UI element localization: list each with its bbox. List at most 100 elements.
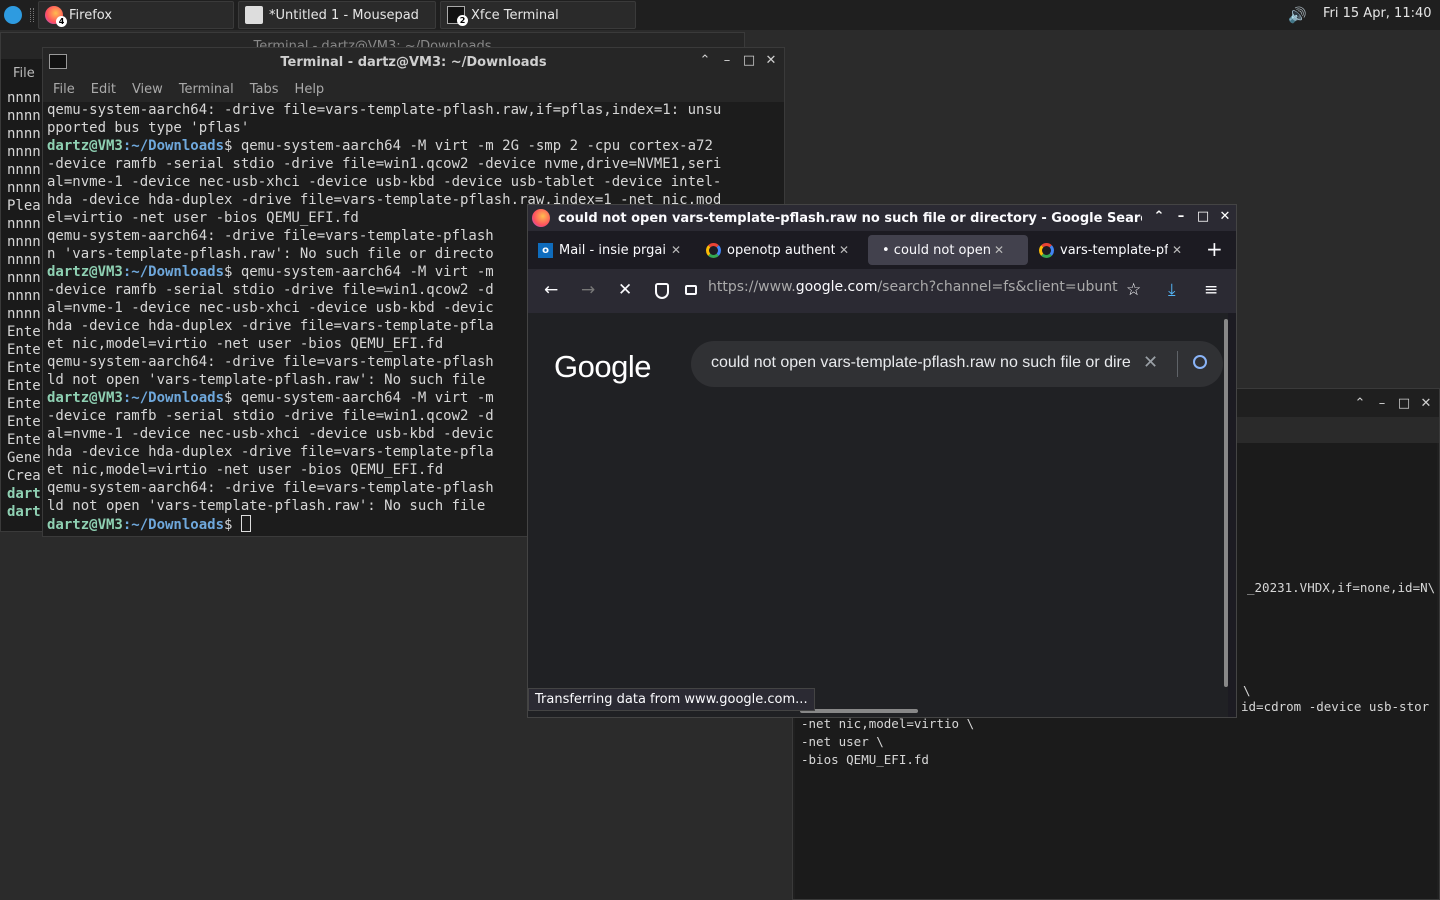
- menu-icon[interactable]: ≡: [1204, 280, 1218, 300]
- close-icon[interactable]: ✕: [1218, 209, 1232, 224]
- tab-openotp[interactable]: openotp authent ✕: [700, 235, 860, 265]
- lock-icon[interactable]: [685, 285, 697, 295]
- back-icon[interactable]: ←: [544, 280, 558, 300]
- maximize-icon[interactable]: □: [1397, 396, 1411, 411]
- menu-view[interactable]: View: [132, 82, 163, 97]
- prompt-user: dartz@VM3: [47, 138, 123, 154]
- url-bar[interactable]: https://www.google.com/search?channel=fs…: [708, 279, 1118, 295]
- back-terminal-menu-file[interactable]: File: [13, 66, 35, 81]
- url-prefix: https://www.: [708, 279, 796, 295]
- terminal-line: Crea: [7, 468, 41, 484]
- search-input[interactable]: could not open vars-template-pflash.raw …: [711, 354, 1131, 372]
- menu-tabs[interactable]: Tabs: [250, 82, 279, 97]
- command-text: $ qemu-system-aarch64 -M virt -m: [224, 390, 494, 406]
- taskbar-label: Firefox: [69, 7, 113, 23]
- search-icon[interactable]: [1193, 355, 1207, 369]
- new-tab-icon[interactable]: +: [1206, 237, 1223, 261]
- prompt-path: :~/Downloads: [122, 264, 225, 280]
- tab-could-not-open[interactable]: • could not open v ✕: [868, 235, 1028, 265]
- menu-file[interactable]: File: [53, 82, 75, 97]
- firefox-icon: 4: [45, 6, 67, 27]
- window-controls: ⌃ – □ ✕: [1152, 209, 1232, 224]
- command-text: $: [224, 517, 241, 533]
- terminal-app-icon: [49, 54, 67, 69]
- shade-icon[interactable]: ⌃: [698, 53, 712, 68]
- terminal-line: nnnn: [7, 270, 41, 286]
- status-bar: Transferring data from www.google.com...: [528, 688, 815, 711]
- terminal-line: nnnn: [7, 126, 41, 142]
- top-panel: 4 Firefox *Untitled 1 - Mousepad 2 Xfce …: [0, 0, 1440, 30]
- terminal-icon: 2: [447, 6, 468, 26]
- tracking-protection-icon[interactable]: [655, 283, 669, 299]
- window-controls: ⌃ – □ ✕: [1353, 396, 1433, 411]
- close-tab-icon[interactable]: ✕: [1172, 243, 1182, 257]
- search-box[interactable]: could not open vars-template-pflash.raw …: [691, 341, 1223, 387]
- terminal-line: nnnn: [7, 234, 41, 250]
- prompt-user: dartz@VM3: [47, 390, 123, 406]
- close-tab-icon[interactable]: ✕: [994, 243, 1004, 257]
- vertical-scrollbar[interactable]: [1224, 319, 1228, 687]
- forward-icon[interactable]: →: [581, 280, 595, 300]
- terminal-menubar: File Edit View Terminal Tabs Help: [43, 76, 784, 102]
- google-logo[interactable]: Google: [554, 349, 651, 385]
- close-icon[interactable]: ✕: [764, 53, 778, 68]
- whisker-menu-icon[interactable]: [4, 6, 22, 24]
- close-icon[interactable]: ✕: [1419, 396, 1433, 411]
- taskbar-firefox[interactable]: 4 Firefox: [38, 1, 234, 29]
- google-icon: [1039, 242, 1054, 258]
- terminal-line: Ente: [7, 414, 41, 430]
- terminal-line: Ente: [7, 396, 41, 412]
- search-divider: [1177, 351, 1178, 377]
- terminal-line: nnnn: [7, 288, 41, 304]
- firefox-window[interactable]: could not open vars-template-pflash.raw …: [527, 204, 1237, 718]
- menu-edit[interactable]: Edit: [91, 82, 116, 97]
- tab-label: openotp authent: [727, 242, 835, 258]
- clock[interactable]: Fri 15 Apr, 11:40: [1323, 6, 1432, 21]
- stop-icon[interactable]: ✕: [618, 280, 632, 300]
- cursor: [240, 515, 251, 532]
- shade-icon[interactable]: ⌃: [1152, 209, 1166, 224]
- window-title: Terminal - dartz@VM3: ~/Downloads: [280, 54, 547, 70]
- maximize-icon[interactable]: □: [742, 53, 756, 68]
- url-domain: google.com: [795, 279, 878, 295]
- firefox-titlebar[interactable]: could not open vars-template-pflash.raw …: [528, 205, 1236, 231]
- terminal-line: Ente: [7, 360, 41, 376]
- taskbar-terminal[interactable]: 2 Xfce Terminal: [440, 1, 636, 29]
- minimize-icon[interactable]: –: [720, 53, 734, 68]
- close-tab-icon[interactable]: ✕: [671, 243, 681, 257]
- minimize-icon[interactable]: –: [1174, 209, 1188, 224]
- prompt-path: :~/Downloads: [122, 390, 225, 406]
- firefox-icon: [532, 209, 550, 227]
- window-count-badge: 4: [56, 16, 67, 27]
- tab-label: vars-template-pfl: [1060, 242, 1168, 258]
- output-line: qemu-system-aarch64: -drive file=vars-te…: [47, 102, 722, 118]
- downloads-icon[interactable]: ⤓: [1168, 280, 1176, 300]
- minimize-icon[interactable]: –: [1375, 396, 1389, 411]
- window-title: could not open vars-template-pflash.raw …: [558, 210, 1142, 226]
- prompt-path: :~/Downloads: [122, 517, 225, 533]
- text-editor-icon: [245, 6, 263, 24]
- terminal-line: nnnn: [7, 144, 41, 160]
- taskbar-mousepad[interactable]: *Untitled 1 - Mousepad: [238, 1, 436, 29]
- editor-line: -bios QEMU_EFI.fd: [801, 752, 929, 767]
- volume-icon[interactable]: 🔊: [1288, 6, 1307, 24]
- output-line: pported bus type 'pflas': [47, 120, 250, 136]
- close-tab-icon[interactable]: ✕: [839, 243, 849, 257]
- shade-icon[interactable]: ⌃: [1353, 396, 1367, 411]
- horizontal-scrollbar[interactable]: [800, 709, 918, 713]
- editor-line: id=cdrom -device usb-stor: [1241, 699, 1430, 714]
- terminal-line: nnnn: [7, 162, 41, 178]
- taskbar-label: *Untitled 1 - Mousepad: [269, 7, 419, 23]
- tab-mail[interactable]: o Mail - insie prgai ✕: [538, 235, 698, 265]
- menu-help[interactable]: Help: [295, 82, 325, 97]
- clear-search-icon[interactable]: ✕: [1143, 352, 1158, 373]
- terminal-line: nnnn: [7, 306, 41, 322]
- command-text: $ qemu-system-aarch64 -M virt -m: [224, 264, 494, 280]
- tab-vars-template[interactable]: vars-template-pfl ✕: [1033, 235, 1188, 265]
- bookmark-star-icon[interactable]: ☆: [1126, 280, 1141, 300]
- maximize-icon[interactable]: □: [1196, 209, 1210, 224]
- terminal-titlebar[interactable]: Terminal - dartz@VM3: ~/Downloads ⌃ – □ …: [43, 48, 784, 76]
- menu-terminal[interactable]: Terminal: [179, 82, 234, 97]
- editor-line: -net user \: [801, 734, 884, 749]
- prompt-path: :~/Downloads: [122, 138, 225, 154]
